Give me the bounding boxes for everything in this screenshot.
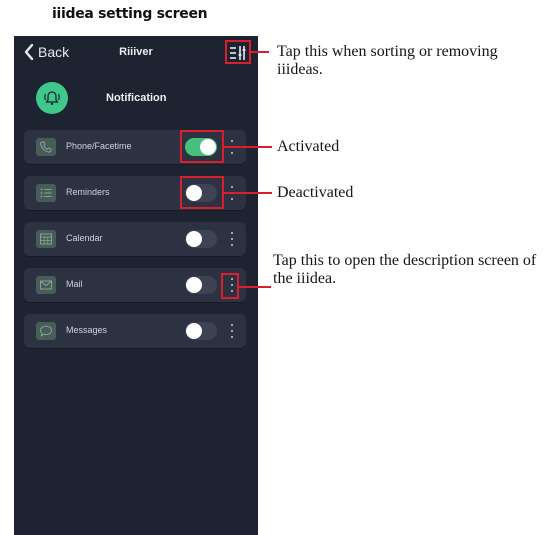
calendar-icon xyxy=(36,230,56,248)
mail-icon xyxy=(36,276,56,294)
highlight-more-button xyxy=(221,273,239,299)
navigation-bar: Back Riiiver xyxy=(14,36,258,70)
item-label: Reminders xyxy=(66,187,110,197)
messages-toggle[interactable] xyxy=(185,322,217,340)
list-item-mail: Mail xyxy=(24,268,246,302)
bell-ringing-icon xyxy=(36,82,68,114)
callout-description: Tap this to open the description screen … xyxy=(273,252,537,287)
item-label: Messages xyxy=(66,325,108,335)
more-options-button[interactable] xyxy=(228,231,236,247)
calendar-toggle[interactable] xyxy=(185,230,217,248)
toggle-knob xyxy=(186,277,202,293)
highlight-sort-button xyxy=(225,40,251,64)
callout-line-description xyxy=(239,286,271,288)
phone-icon xyxy=(36,138,56,156)
callout-line-sort xyxy=(251,51,269,53)
chat-bubble-icon xyxy=(36,322,56,340)
app-header: Notification xyxy=(14,82,258,118)
callout-sort: Tap this when sorting or removing iiidea… xyxy=(277,43,498,78)
callout-deactivated: Deactivated xyxy=(277,184,354,201)
app-title: Notification xyxy=(106,92,167,104)
mail-toggle[interactable] xyxy=(185,276,217,294)
list-item-messages: Messages xyxy=(24,314,246,348)
figure-heading: iiidea setting screen xyxy=(52,6,208,22)
more-options-button[interactable] xyxy=(228,323,236,339)
callout-line-activated xyxy=(224,146,272,148)
item-label: Calendar xyxy=(66,233,103,243)
list-icon xyxy=(36,184,56,202)
toggle-knob xyxy=(186,323,202,339)
callout-activated: Activated xyxy=(277,138,340,155)
list-item-calendar: Calendar xyxy=(24,222,246,256)
toggle-knob xyxy=(186,231,202,247)
highlight-activated-toggle xyxy=(180,130,224,163)
item-label: Phone/Facetime xyxy=(66,141,132,151)
nav-title: Riiiver xyxy=(119,46,153,58)
highlight-deactivated-toggle xyxy=(180,176,224,209)
item-label: Mail xyxy=(66,279,83,289)
callout-line-deactivated xyxy=(224,192,272,194)
